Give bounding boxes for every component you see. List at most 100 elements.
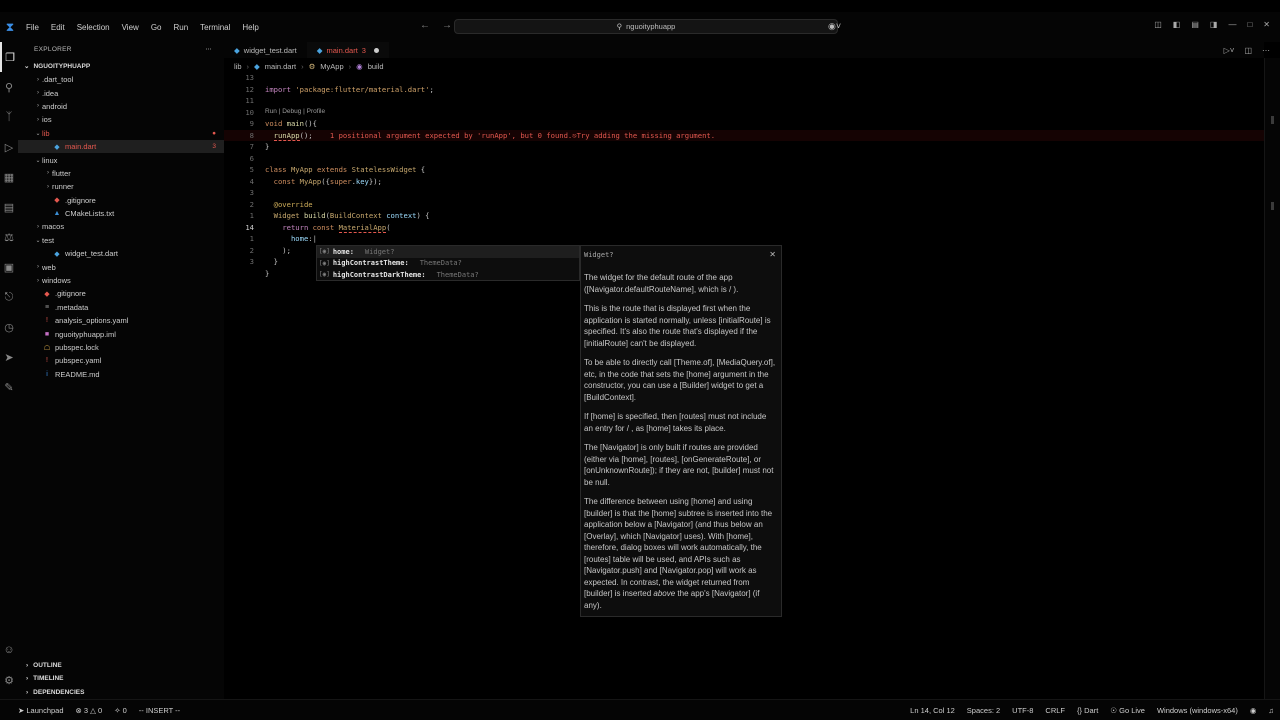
tree-file[interactable]: ■ nguoityphuapp.iml (18, 327, 224, 340)
search-view-icon[interactable]: ⚲ (0, 72, 18, 102)
dart-file-icon: ◆ (54, 250, 60, 258)
forward-arrow-icon[interactable]: → (442, 20, 452, 31)
close-window-icon[interactable]: ✕ (1263, 20, 1270, 29)
line-number: 13 (245, 73, 254, 82)
tree-file[interactable]: ◆ main.dart 3 (18, 139, 224, 154)
property-icon: [◉] (319, 248, 330, 256)
tree-file[interactable]: ◆ .gitignore (18, 194, 224, 207)
tab-widget-test[interactable]: ◆ widget_test.dart (224, 42, 307, 58)
tree-folder[interactable]: › web (18, 260, 224, 273)
tree-folder[interactable]: › ios (18, 113, 224, 126)
indentation[interactable]: Spaces: 2 (967, 706, 1000, 715)
breadcrumb-file[interactable]: main.dart (265, 62, 296, 71)
run-debug-icon[interactable]: ▷ (0, 132, 18, 162)
tree-item-label: widget_test.dart (65, 249, 118, 259)
breadcrumb-method[interactable]: build (368, 62, 384, 71)
section-outline[interactable]: › OUTLINE (18, 659, 224, 672)
source-control-icon[interactable]: ᛉ (0, 102, 18, 132)
tree-item-label: linux (42, 155, 58, 165)
tree-file[interactable]: ☖ pubspec.lock (18, 341, 224, 354)
tree-folder[interactable]: › android (18, 100, 224, 113)
tree-folder[interactable]: ⌄ linux (18, 153, 224, 166)
more-actions-icon[interactable]: ⋯ (205, 45, 212, 53)
split-editor-icon[interactable]: ◫ (1244, 46, 1252, 55)
toggle-secondary-sidebar-icon[interactable]: ◨ (1210, 20, 1218, 29)
chevron-right-icon: › (246, 61, 250, 71)
close-icon[interactable]: ✕ (769, 249, 776, 261)
git-graph-icon[interactable]: ⎋ (0, 282, 18, 312)
cursor-position[interactable]: Ln 14, Col 12 (910, 706, 955, 715)
menu-help[interactable]: Help (242, 23, 258, 32)
tree-folder[interactable]: ⌄ lib ● (18, 127, 224, 140)
section-dependencies[interactable]: › DEPENDENCIES (18, 686, 224, 699)
line-ending[interactable]: CRLF (1045, 706, 1065, 715)
command-center-search[interactable]: ⚲ nguoityphuapp (454, 19, 838, 34)
inline-error-hint: Try adding the missing argument. (576, 130, 716, 140)
menu-terminal[interactable]: Terminal (200, 23, 230, 32)
explorer-title: EXPLORER (34, 45, 72, 53)
docker-icon[interactable]: ▣ (0, 252, 18, 282)
suggestion-item[interactable]: [◉] home: Widget? (317, 246, 579, 258)
workspace-root[interactable]: ⌄ NGUOITYPHUAPP (18, 60, 224, 72)
menu-go[interactable]: Go (151, 23, 162, 32)
code-line: class MyApp extends StatelessWidget { (265, 165, 426, 174)
problems-item[interactable]: ⊗ 3 △ 0 (76, 706, 103, 715)
copilot-icon[interactable]: ◉˅ (828, 21, 841, 32)
tree-file[interactable]: ! analysis_options.yaml (18, 314, 224, 327)
tree-file[interactable]: i README.md (18, 368, 224, 381)
settings-gear-icon[interactable]: ⚙ (0, 665, 18, 695)
toggle-sidebar-icon[interactable]: ◧ (1173, 20, 1181, 29)
tree-file[interactable]: ≡ .metadata (18, 301, 224, 314)
menu-file[interactable]: File (26, 23, 39, 32)
editor-scrollbar[interactable] (1264, 58, 1280, 699)
back-arrow-icon[interactable]: ← (420, 20, 430, 31)
notifications-bell-icon[interactable]: ♫ (1268, 706, 1274, 715)
section-timeline[interactable]: › TIMELINE (18, 672, 224, 685)
menu-view[interactable]: View (122, 23, 139, 32)
timer-icon[interactable]: ◷ (0, 312, 18, 342)
menu-selection[interactable]: Selection (77, 23, 110, 32)
tree-file[interactable]: ▲ CMakeLists.txt (18, 207, 224, 220)
minimize-icon[interactable]: — (1228, 20, 1236, 29)
tab-main-dart[interactable]: ◆ main.dart 3 (306, 42, 389, 58)
breadcrumb-class[interactable]: MyApp (320, 62, 343, 71)
edit-icon[interactable]: ✎ (0, 372, 18, 402)
testing-icon[interactable]: ⚖ (0, 222, 18, 252)
more-actions-icon[interactable]: ⋯ (1262, 46, 1270, 55)
suggestion-item[interactable]: [◉] highContrastDarkTheme: ThemeData? (317, 269, 579, 281)
ports-item[interactable]: ✧ 0 (114, 706, 127, 715)
tree-folder[interactable]: › flutter (18, 167, 224, 180)
encoding[interactable]: UTF-8 (1012, 706, 1033, 715)
copilot-status-icon[interactable]: ◉ (1250, 706, 1257, 715)
tree-file[interactable]: ◆ widget_test.dart (18, 247, 224, 260)
code-line: Widget build(BuildContext context) { (273, 211, 430, 220)
run-icon[interactable]: ▷˅ (1224, 46, 1235, 55)
menu-run[interactable]: Run (173, 23, 188, 32)
go-live-button[interactable]: ☉ Go Live (1110, 706, 1145, 715)
remote-explorer-icon[interactable]: ▤ (0, 192, 18, 222)
flutter-icon[interactable]: ➤ (0, 342, 18, 372)
breadcrumb-lib[interactable]: lib (234, 62, 242, 71)
flutter-device[interactable]: Windows (windows-x64) (1157, 706, 1238, 715)
toggle-panel-icon[interactable]: ▤ (1191, 20, 1199, 29)
maximize-icon[interactable]: □ (1247, 20, 1252, 29)
tree-folder[interactable]: › macos (18, 220, 224, 233)
unsaved-dot-icon[interactable] (373, 47, 379, 53)
tree-item-label: CMakeLists.txt (65, 209, 115, 219)
menu-edit[interactable]: Edit (51, 23, 65, 32)
tree-folder[interactable]: › .idea (18, 86, 224, 99)
tree-file[interactable]: ◆ .gitignore (18, 287, 224, 300)
tree-file[interactable]: ! pubspec.yaml (18, 354, 224, 367)
explorer-icon[interactable]: ❐ (0, 42, 18, 72)
tree-folder[interactable]: › runner (18, 180, 224, 193)
layout-icon[interactable]: ◫ (1154, 20, 1162, 29)
tree-folder[interactable]: › .dart_tool (18, 73, 224, 86)
extensions-icon[interactable]: ▦ (0, 162, 18, 192)
language-mode[interactable]: {} Dart (1077, 706, 1098, 715)
tree-folder[interactable]: › windows (18, 274, 224, 287)
suggestion-item[interactable]: [◉] highContrastTheme: ThemeData? (317, 258, 579, 270)
tree-folder[interactable]: ⌄ test (18, 234, 224, 247)
launchpad-item[interactable]: ➤ Launchpad (18, 706, 64, 715)
account-icon[interactable]: ☺ (0, 635, 18, 665)
